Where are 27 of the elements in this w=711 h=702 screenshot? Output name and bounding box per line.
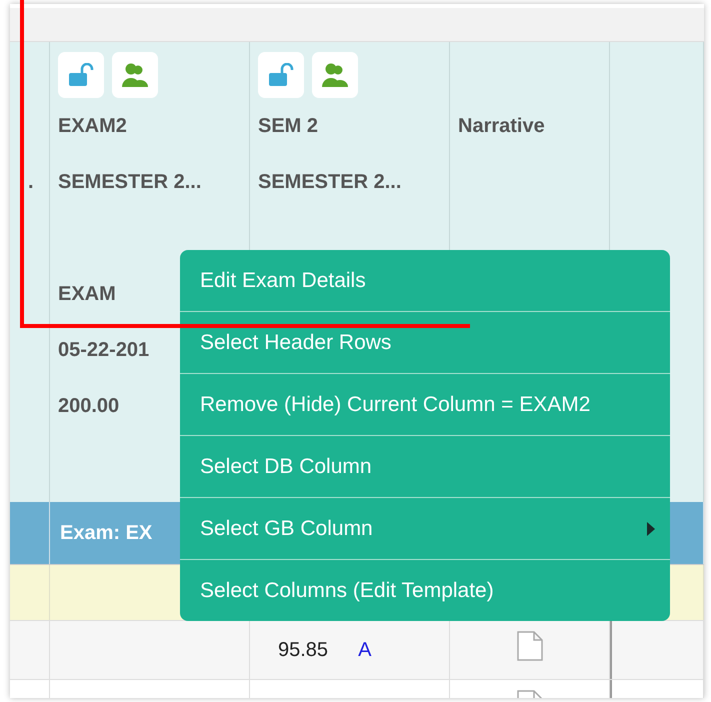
- document-icon[interactable]: [516, 631, 542, 661]
- menu-item[interactable]: Select GB Column: [180, 498, 670, 560]
- group-button[interactable]: [112, 52, 158, 98]
- header-text: EXAM: [58, 282, 116, 306]
- group-heading: Exam: EX: [60, 522, 152, 544]
- header-text: 200.00: [58, 394, 120, 418]
- header-text: Narrative: [458, 114, 545, 138]
- people-icon: [121, 62, 149, 88]
- menu-item[interactable]: Select DB Column: [180, 436, 670, 498]
- menu-item[interactable]: Select Columns (Edit Template): [180, 560, 670, 621]
- header-text: SEMESTER 2...: [58, 170, 202, 194]
- grade-text: A: [358, 638, 372, 662]
- header-text: .: [28, 170, 34, 194]
- header-text: SEMESTER 2...: [258, 170, 402, 194]
- submenu-arrow-icon: [646, 520, 656, 536]
- score-text: 95.85: [278, 638, 328, 662]
- header-text: EXAM2: [58, 114, 127, 138]
- header-text: SEM 2: [258, 114, 318, 138]
- people-icon: [321, 62, 349, 88]
- header-text: 05-22-201: [58, 338, 150, 362]
- unlock-button[interactable]: [58, 52, 104, 98]
- unlock-button[interactable]: [258, 52, 304, 98]
- padlock-icon: [68, 63, 94, 87]
- group-button[interactable]: [312, 52, 358, 98]
- menu-item[interactable]: Remove (Hide) Current Column = EXAM2: [180, 374, 670, 436]
- padlock-icon: [268, 63, 294, 87]
- menu-item[interactable]: Edit Exam Details: [180, 250, 670, 312]
